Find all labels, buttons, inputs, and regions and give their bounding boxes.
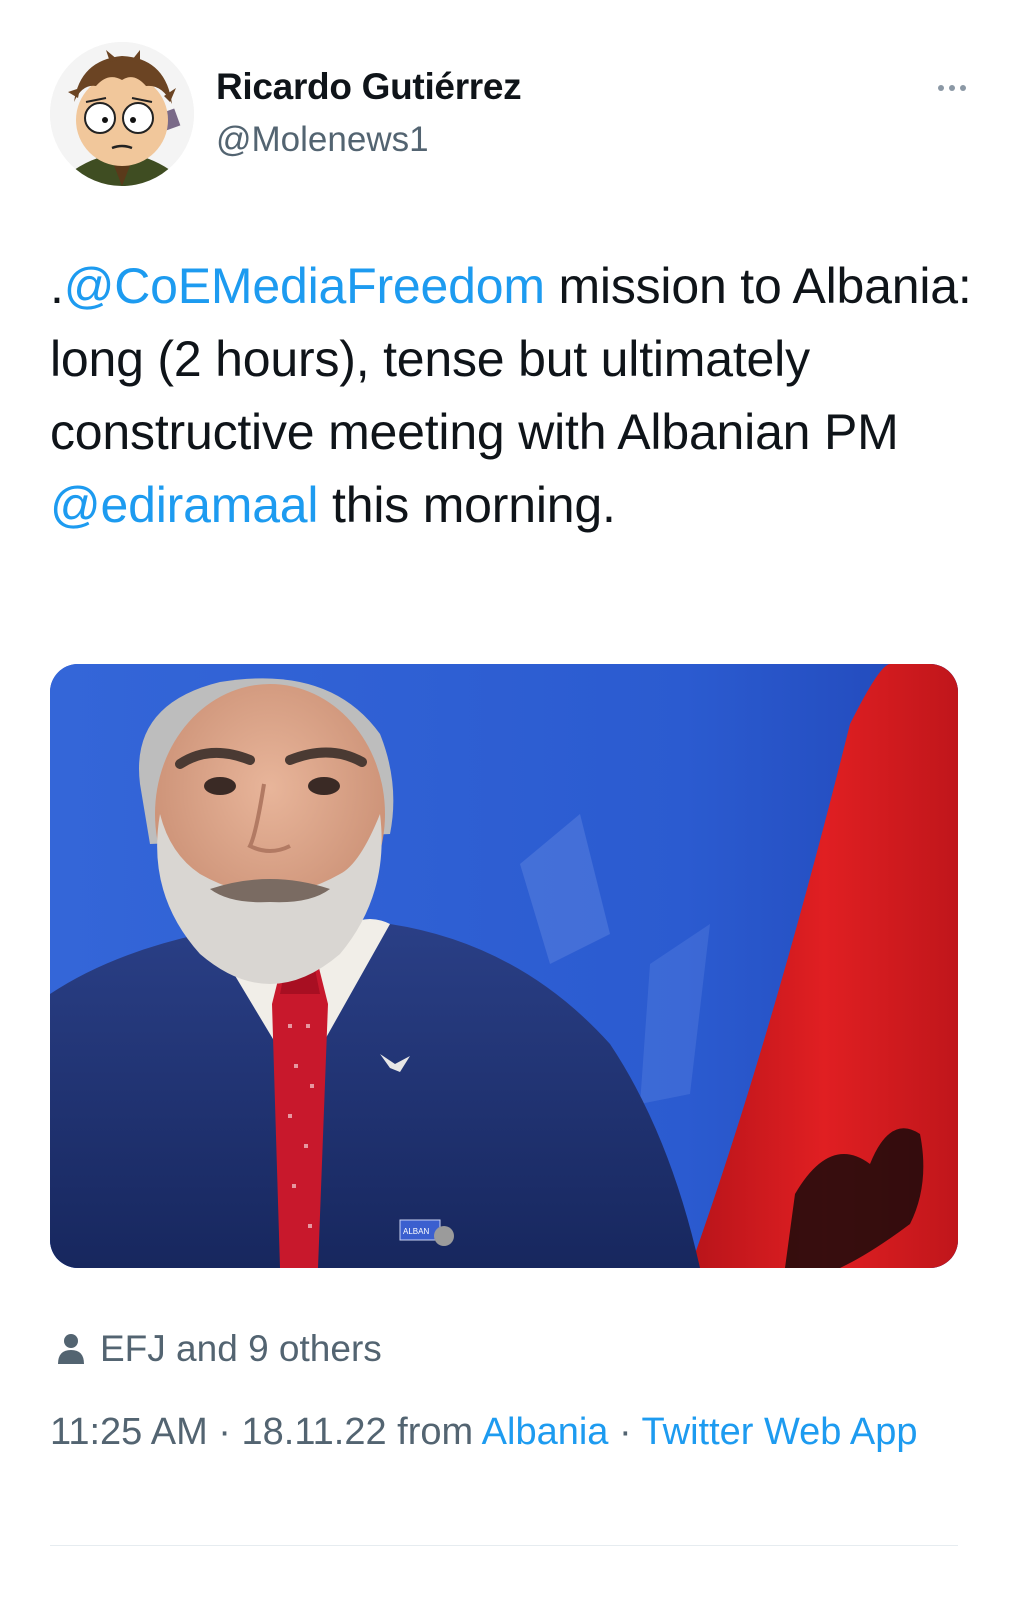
meta-separator: · bbox=[207, 1411, 242, 1453]
mention-ediramaal[interactable]: @ediramaal bbox=[50, 477, 319, 533]
photo-albanian-pm: ALBAN bbox=[50, 664, 958, 1268]
person-icon bbox=[58, 1334, 84, 1364]
more-horizontal-icon bbox=[938, 85, 944, 91]
meta-separator: · bbox=[608, 1411, 642, 1453]
mention-coemediafreedom[interactable]: @CoEMediaFreedom bbox=[64, 258, 545, 314]
tweet-source-link[interactable]: Twitter Web App bbox=[642, 1411, 918, 1453]
tweet-header: Ricardo Gutiérrez @Molenews1 bbox=[50, 42, 980, 192]
divider bbox=[50, 1545, 958, 1546]
tweet-date[interactable]: 18.11.22 bbox=[242, 1411, 387, 1453]
author-handle[interactable]: @Molenews1 bbox=[216, 120, 429, 160]
liked-by-text: EFJ and 9 others bbox=[100, 1328, 382, 1369]
avatar-cartoon-image bbox=[50, 42, 194, 186]
tweet-location-link[interactable]: Albania bbox=[482, 1411, 609, 1453]
meta-from: from bbox=[386, 1411, 482, 1453]
lapel-badge-text: ALBAN bbox=[403, 1227, 429, 1236]
tweet-photo[interactable]: ALBAN bbox=[50, 664, 958, 1268]
tweet-text-ending: this morning. bbox=[318, 477, 616, 533]
liked-by-link[interactable]: EFJ and 9 others bbox=[56, 1324, 382, 1374]
more-options-button[interactable] bbox=[932, 78, 972, 98]
avatar[interactable] bbox=[50, 42, 194, 186]
tweet-text: .@CoEMediaFreedom mission to Albania: lo… bbox=[50, 250, 990, 542]
author-name[interactable]: Ricardo Gutiérrez bbox=[216, 66, 522, 108]
tweet-text-prefix: . bbox=[50, 258, 64, 314]
tweet-time[interactable]: 11:25 AM bbox=[50, 1411, 208, 1453]
more-horizontal-icon bbox=[960, 85, 966, 91]
more-horizontal-icon bbox=[949, 85, 955, 91]
tweet-metadata: 11:25 AM · 18.11.22 from Albania · Twitt… bbox=[50, 1404, 980, 1460]
